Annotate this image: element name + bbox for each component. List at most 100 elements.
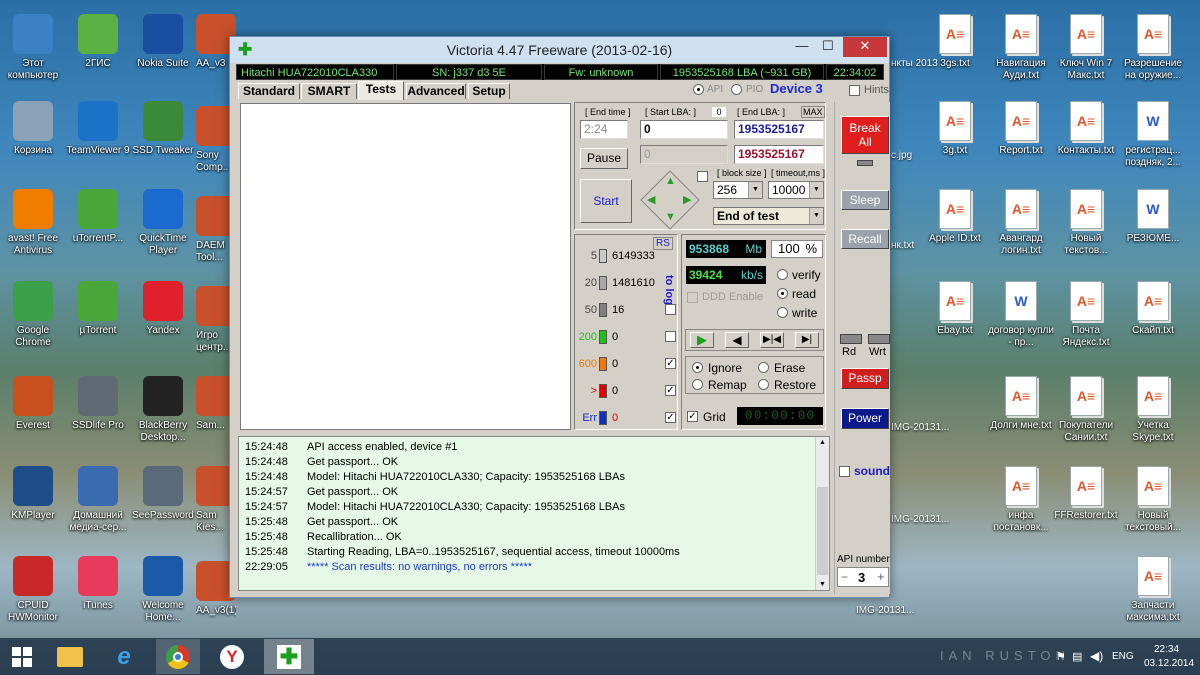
- direction-pad[interactable]: ▲ ▼ ◀ ▶: [640, 170, 700, 230]
- taskbar-ie[interactable]: e: [102, 639, 146, 674]
- desktop-icon[interactable]: Домашний медиа-сер...: [65, 460, 131, 540]
- passport-button[interactable]: Passp: [841, 368, 889, 389]
- taskbar-yandex[interactable]: Y: [210, 639, 254, 674]
- flag-icon[interactable]: ⚑: [1056, 650, 1066, 663]
- to-log-checkbox[interactable]: ✓: [665, 358, 676, 369]
- end-time-field[interactable]: 2:24: [580, 120, 628, 139]
- desktop-icon-label[interactable]: IMG-20131...: [891, 422, 949, 433]
- pause-button[interactable]: Pause: [580, 148, 628, 169]
- clock-date[interactable]: 03.12.2014: [1144, 658, 1194, 669]
- desktop-icon-label[interactable]: IMG-20131...: [856, 605, 914, 616]
- break-all-button[interactable]: Break All: [841, 116, 889, 154]
- desktop-icon[interactable]: Yandex: [130, 275, 196, 355]
- desktop-file-icon[interactable]: A≡ Ebay.txt: [922, 275, 988, 355]
- start-button[interactable]: Start: [580, 179, 632, 223]
- desktop-icon[interactable]: KMPlayer: [0, 460, 66, 540]
- arrow-right-icon[interactable]: ▶: [683, 193, 691, 206]
- language-indicator[interactable]: ENG: [1112, 651, 1134, 662]
- desktop-icon[interactable]: QuickTime Player: [130, 183, 196, 263]
- desktop-file-icon[interactable]: Wдоговор купли - пр...: [988, 275, 1054, 355]
- pio-radio[interactable]: [731, 84, 742, 95]
- tab-advanced[interactable]: Advanced: [406, 83, 466, 99]
- to-log-checkbox[interactable]: [665, 304, 676, 315]
- taskbar-victoria[interactable]: ✚: [264, 639, 314, 674]
- restore-radio[interactable]: [758, 379, 769, 390]
- desktop-icon[interactable]: SSD Tweaker: [130, 95, 196, 175]
- sleep-button[interactable]: Sleep: [841, 190, 889, 210]
- rs-button[interactable]: RS: [653, 237, 673, 250]
- end-action-select[interactable]: End of test ▼: [713, 207, 824, 225]
- max-button[interactable]: MAX: [801, 106, 825, 118]
- desktop-icon[interactable]: uTorrentP...: [65, 183, 131, 263]
- ignore-radio[interactable]: [692, 362, 703, 373]
- desktop-file-icon[interactable]: A≡ 3gs.txt: [922, 8, 988, 88]
- remap-radio[interactable]: [692, 379, 703, 390]
- direction-checkbox[interactable]: [697, 171, 708, 182]
- volume-icon[interactable]: ◀): [1090, 649, 1103, 663]
- desktop-file-icon[interactable]: A≡ Новый текстов...: [1053, 183, 1119, 263]
- tab-smart[interactable]: SMART: [301, 83, 357, 99]
- taskbar-explorer[interactable]: [48, 639, 92, 674]
- read-radio[interactable]: [777, 288, 788, 299]
- log-scrollbar[interactable]: ▲ ▼: [815, 437, 829, 590]
- to-log-checkbox[interactable]: ✓: [665, 385, 676, 396]
- hints-checkbox[interactable]: [849, 85, 860, 96]
- close-button[interactable]: ✕: [843, 37, 887, 57]
- desktop-file-icon[interactable]: A≡ Apple ID.txt: [922, 183, 988, 263]
- desktop-file-icon[interactable]: A≡ Авангард логин.txt: [988, 183, 1054, 263]
- arrow-down-icon[interactable]: ▼: [665, 211, 676, 223]
- taskbar-chrome[interactable]: [156, 639, 200, 674]
- desktop-file-icon[interactable]: A≡ Учетка Skype.txt: [1120, 370, 1186, 450]
- desktop-file-icon[interactable]: A≡ 3g.txt: [922, 95, 988, 175]
- tab-setup[interactable]: Setup: [468, 83, 510, 99]
- desktop-file-icon[interactable]: A≡ Запчасти максима.txt: [1120, 550, 1186, 630]
- api-number-increment[interactable]: +: [877, 569, 885, 584]
- desktop-icon[interactable]: Nokia Suite: [130, 8, 196, 88]
- desktop-icon-label[interactable]: нкты 2013: [891, 58, 938, 69]
- end-button[interactable]: ▶|: [795, 332, 819, 348]
- power-button[interactable]: Power: [841, 408, 889, 429]
- desktop-file-icon[interactable]: A≡ Report.txt: [988, 95, 1054, 175]
- desktop-icon[interactable]: CPUID HWMonitor: [0, 550, 66, 630]
- desktop-icon[interactable]: 2ГИС: [65, 8, 131, 88]
- tab-standard[interactable]: Standard: [238, 83, 300, 99]
- desktop-icon-label[interactable]: c.jpg: [891, 150, 912, 161]
- start-lba-field[interactable]: 0: [640, 120, 728, 139]
- device-label[interactable]: Device 3: [770, 81, 823, 96]
- erase-radio[interactable]: [758, 362, 769, 373]
- desktop-file-icon[interactable]: A≡ инфа постановк...: [988, 460, 1054, 540]
- minimize-button[interactable]: —: [789, 37, 815, 57]
- desktop-file-icon[interactable]: A≡ Навигация Ауди.txt: [988, 8, 1054, 88]
- desktop-icon[interactable]: BlackBerry Desktop...: [130, 370, 196, 450]
- desktop-icon[interactable]: Этот компьютер: [0, 8, 66, 88]
- desktop-icon[interactable]: Welcome Home...: [130, 550, 196, 630]
- verify-radio[interactable]: [777, 269, 788, 280]
- desktop-file-icon[interactable]: A≡ Разрешение на оружие...: [1120, 8, 1186, 88]
- grid-checkbox[interactable]: ✓: [687, 411, 698, 422]
- api-number-decrement[interactable]: −: [841, 570, 848, 584]
- clock-time[interactable]: 22:34: [1154, 644, 1179, 655]
- desktop-file-icon[interactable]: A≡ Ключ Win 7 Макс.txt: [1053, 8, 1119, 88]
- arrow-left-icon[interactable]: ◀: [647, 193, 655, 206]
- title-bar[interactable]: ✚ Victoria 4.47 Freeware (2013-02-16) — …: [230, 37, 889, 63]
- desktop-icon[interactable]: SeePassword: [130, 460, 196, 540]
- timeout-select[interactable]: 10000 ▼: [768, 181, 824, 199]
- recall-button[interactable]: Recall: [841, 229, 889, 249]
- desktop-file-icon[interactable]: A≡ FFRestorer.txt: [1053, 460, 1119, 540]
- to-log-checkbox[interactable]: ✓: [665, 412, 676, 423]
- desktop-icon-label[interactable]: нк.txt: [891, 240, 914, 251]
- desktop-icon[interactable]: Google Chrome: [0, 275, 66, 355]
- desktop-file-icon[interactable]: A≡ Долги мне.txt: [988, 370, 1054, 450]
- reverse-button[interactable]: ◀: [725, 332, 749, 348]
- desktop-file-icon[interactable]: A≡ Контакты.txt: [1053, 95, 1119, 175]
- desktop-file-icon[interactable]: A≡ Новый текстовый...: [1120, 460, 1186, 540]
- desktop-icon[interactable]: iTunes: [65, 550, 131, 630]
- maximize-button[interactable]: ☐: [815, 37, 841, 57]
- desktop-file-icon[interactable]: Wрегистрац... поздняк, 2...: [1120, 95, 1186, 175]
- block-size-select[interactable]: 256 ▼: [713, 181, 763, 199]
- ddd-enable-checkbox[interactable]: [687, 292, 698, 303]
- sound-checkbox[interactable]: [839, 466, 850, 477]
- desktop-icon[interactable]: µTorrent: [65, 275, 131, 355]
- desktop-icon[interactable]: avast! Free Antivirus: [0, 183, 66, 263]
- desktop-file-icon[interactable]: A≡ Почта Яндекс.txt: [1053, 275, 1119, 355]
